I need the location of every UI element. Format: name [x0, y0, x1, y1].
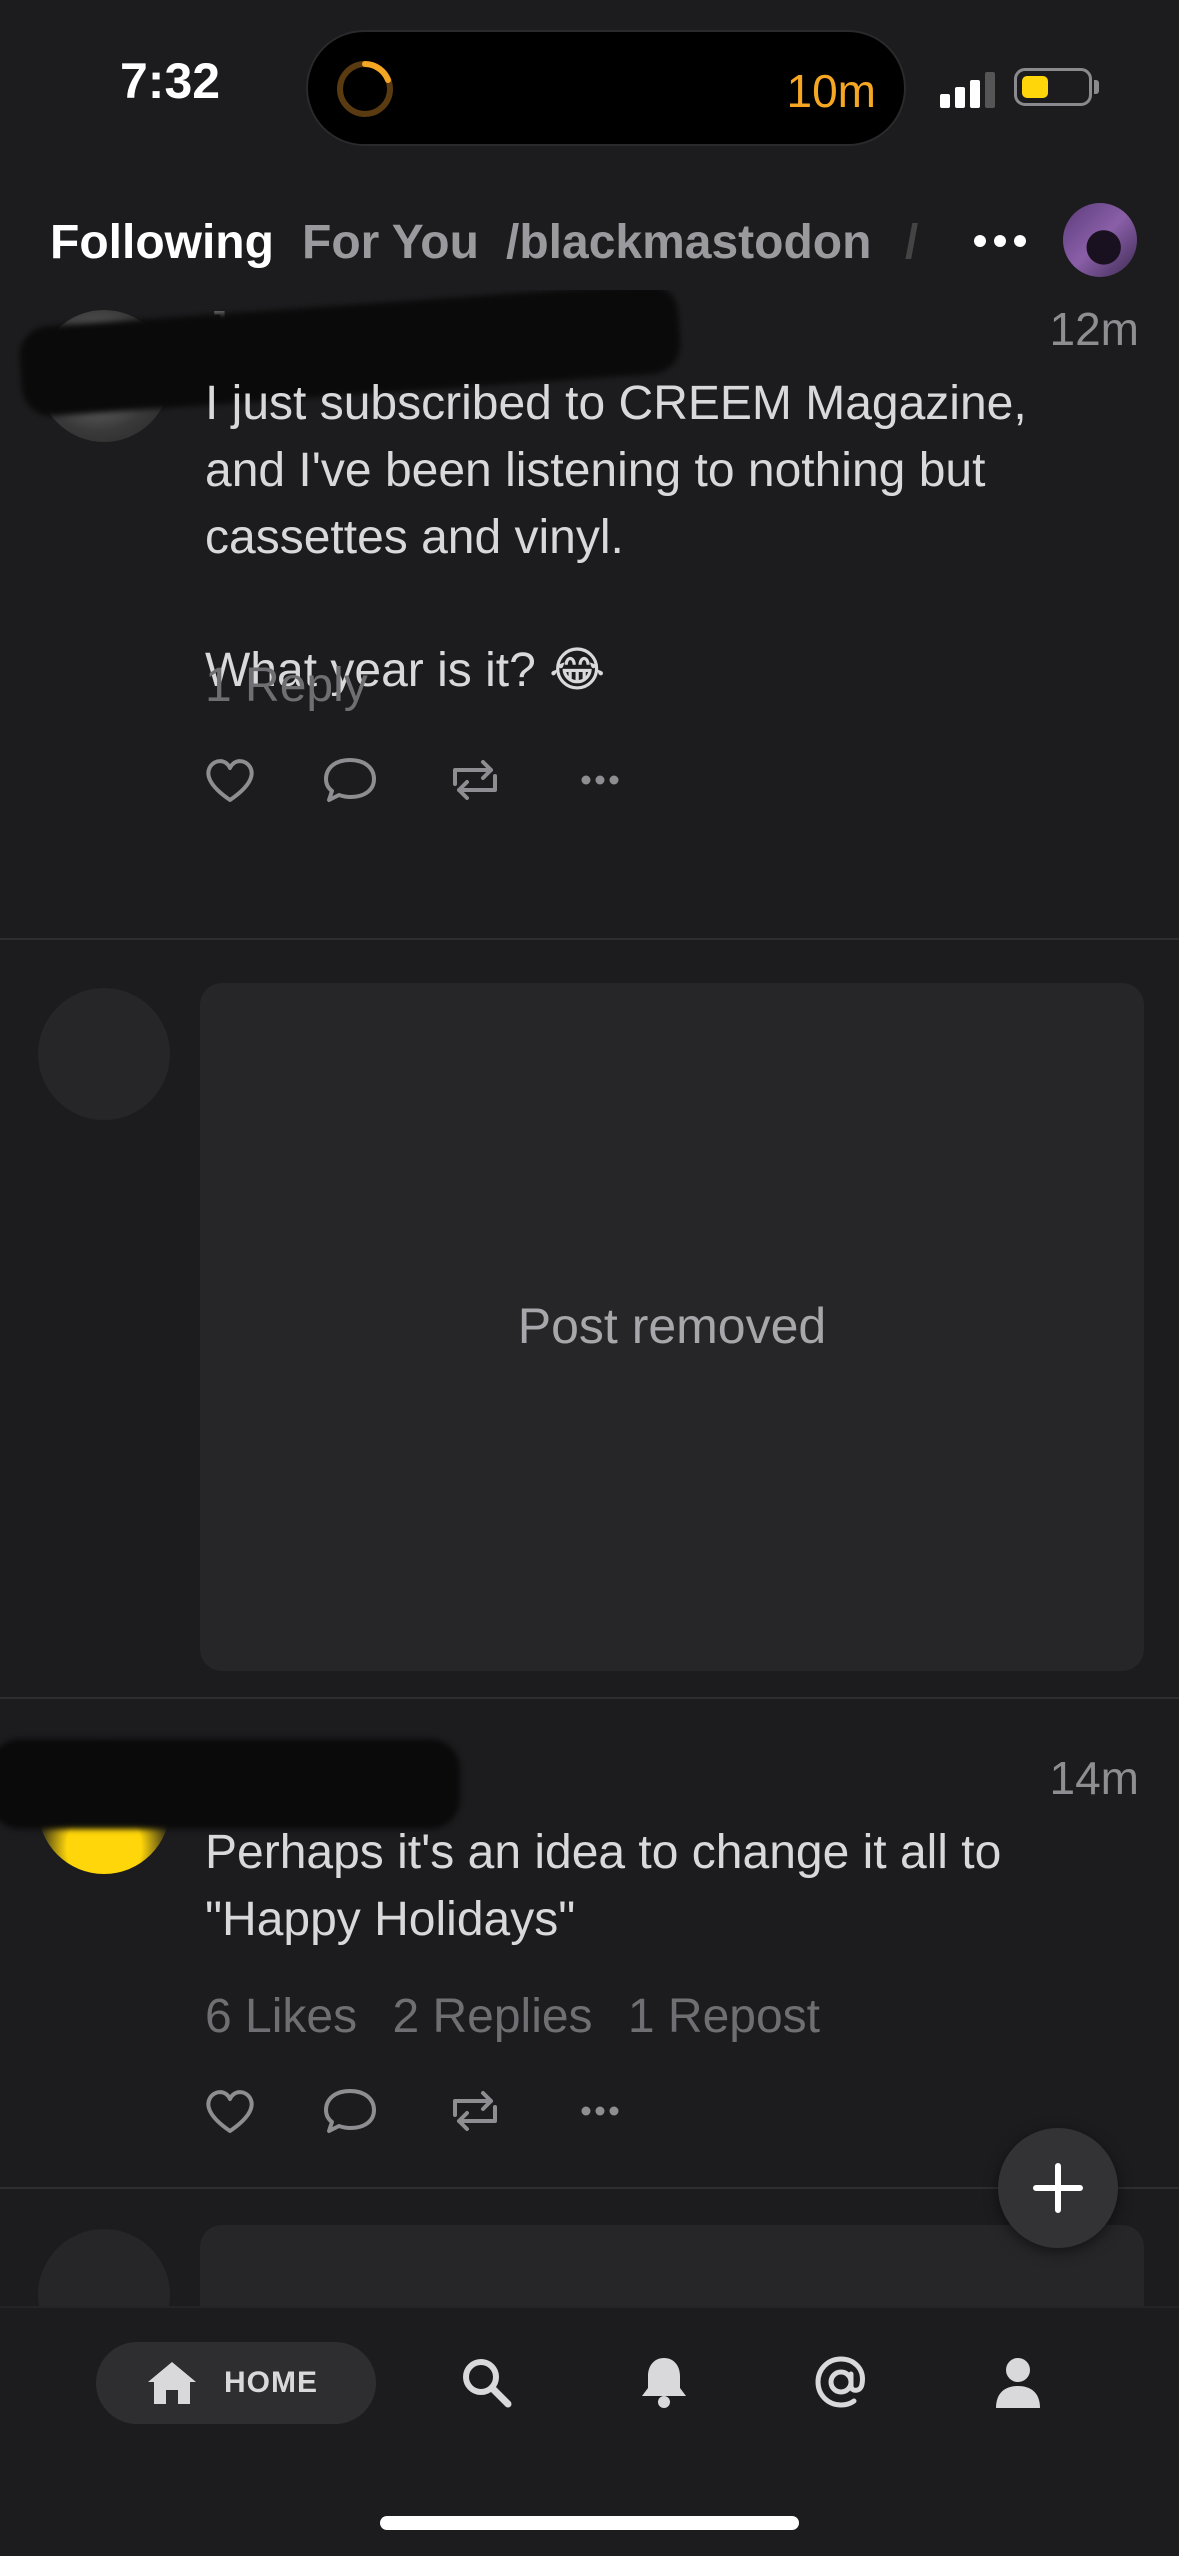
nav-home[interactable]: HOME — [96, 2342, 376, 2424]
tab-following[interactable]: Following — [50, 215, 274, 270]
redaction — [0, 1739, 460, 1829]
more-icon[interactable] — [570, 750, 630, 810]
nav-home-label: HOME — [224, 2366, 318, 2399]
bell-icon[interactable] — [636, 2354, 692, 2410]
post-body: Perhaps it's an idea to change it all to… — [205, 1819, 1105, 1953]
post-body: I just subscribed to CREEM Magazine, and… — [205, 370, 1105, 704]
avatar-placeholder — [38, 2229, 170, 2310]
post-time: 12m — [1049, 303, 1139, 355]
post-stats: 1 Reply — [205, 658, 390, 713]
profile-avatar[interactable] — [1063, 203, 1137, 277]
removed-card — [200, 2225, 1144, 2310]
heart-icon[interactable] — [200, 2081, 260, 2141]
post-time: 14m — [1049, 1752, 1139, 1804]
avatar-placeholder — [38, 988, 170, 1120]
compose-button[interactable] — [998, 2128, 1118, 2248]
reply-count[interactable]: 1 Reply — [205, 659, 368, 712]
post-actions — [200, 2081, 640, 2141]
post-actions — [200, 750, 640, 810]
plus-icon — [1033, 2163, 1083, 2213]
reply-count[interactable]: 2 Replies — [392, 1990, 592, 2043]
feed: Jason: A Musician 12m I just subscribed … — [0, 290, 1179, 2310]
timer-ring-icon — [337, 61, 393, 117]
bottom-nav: HOME — [0, 2306, 1179, 2556]
dynamic-island[interactable]: 10m — [306, 30, 906, 146]
activity-timer: 10m — [786, 65, 876, 117]
heart-icon[interactable] — [200, 750, 260, 810]
removed-card: Post removed — [200, 983, 1144, 1671]
cellular-signal-icon — [940, 72, 995, 108]
repost-icon[interactable] — [445, 2081, 505, 2141]
removed-label: Post removed — [517, 1298, 827, 1354]
tab-for-you[interactable]: For You — [302, 215, 479, 270]
ellipsis-icon[interactable] — [965, 216, 1035, 266]
search-icon[interactable] — [458, 2354, 514, 2410]
post-stats: 6 Likes 2 Replies 1 Repost — [205, 1989, 842, 2044]
repost-count[interactable]: 1 Repost — [628, 1990, 820, 2043]
tab-blackmastodon[interactable]: /blackmastodon — [506, 215, 871, 270]
comment-icon[interactable] — [320, 750, 380, 810]
home-icon — [148, 2362, 196, 2404]
battery-icon — [1014, 68, 1092, 106]
tab-overflow-hint: / — [905, 216, 919, 269]
repost-icon[interactable] — [445, 750, 505, 810]
person-icon[interactable] — [990, 2354, 1046, 2410]
more-icon[interactable] — [570, 2081, 630, 2141]
post-paragraph: Perhaps it's an idea to change it all to… — [205, 1826, 1002, 1946]
like-count[interactable]: 6 Likes — [205, 1990, 357, 2043]
status-time: 7:32 — [120, 53, 221, 109]
home-indicator — [380, 2516, 799, 2530]
status-bar: 7:32 10m — [0, 0, 1179, 180]
at-icon[interactable] — [813, 2354, 869, 2410]
post-paragraph: I just subscribed to CREEM Magazine, and… — [205, 377, 1027, 564]
post-removed: Post removed — [0, 940, 1179, 1688]
comment-icon[interactable] — [320, 2081, 380, 2141]
